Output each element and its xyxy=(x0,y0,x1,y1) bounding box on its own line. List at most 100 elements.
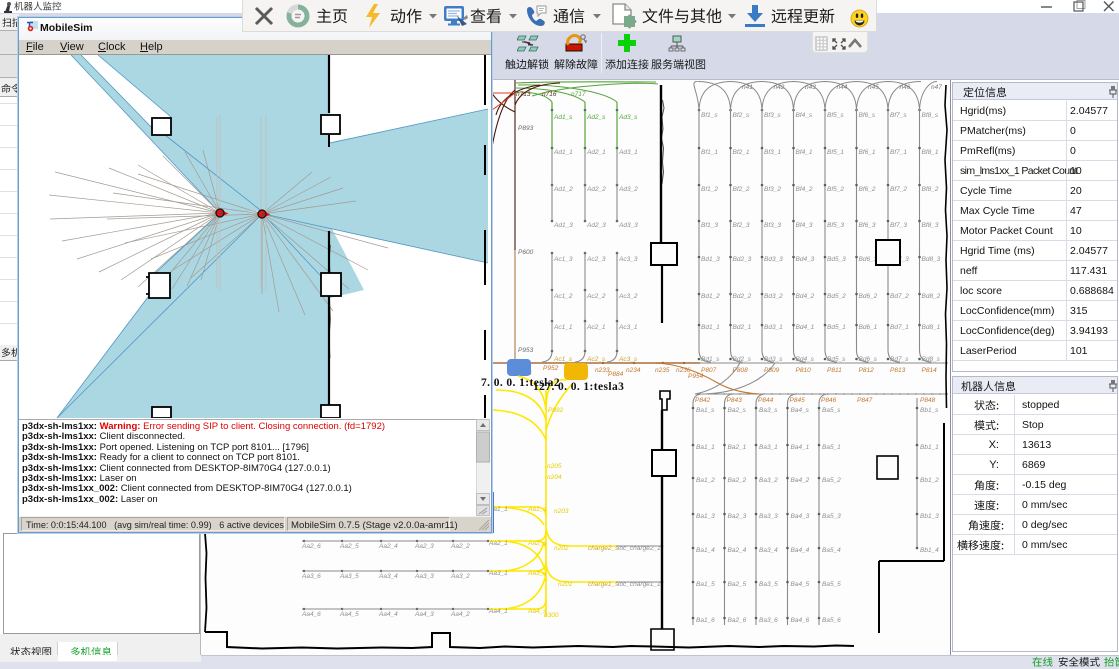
svg-text:Bd3_3: Bd3_3 xyxy=(764,256,783,263)
svg-text:n235: n235 xyxy=(655,367,670,374)
svg-text:Ba2_6: Ba2_6 xyxy=(728,617,747,624)
svg-text:P893: P893 xyxy=(518,125,534,132)
svg-text:Ba5_2: Ba5_2 xyxy=(822,477,841,484)
svg-text:Bf2_s: Bf2_s xyxy=(733,112,750,119)
svg-text:Ad2_s: Ad2_s xyxy=(586,114,606,121)
svg-text:Ba4_4: Ba4_4 xyxy=(791,547,810,554)
svg-text:Ba4_5: Ba4_5 xyxy=(791,581,810,588)
svg-text:Bb1_2: Bb1_2 xyxy=(920,477,939,484)
svg-text:Aa3_s: Aa3_s xyxy=(527,570,547,577)
svg-text:P844: P844 xyxy=(758,397,774,404)
svg-text:Ac1_2: Ac1_2 xyxy=(553,293,573,300)
svg-text:n716: n716 xyxy=(542,91,557,98)
svg-text:Bf4_s: Bf4_s xyxy=(796,112,813,119)
svg-text:Bb1_s: Bb1_s xyxy=(920,407,939,414)
svg-text:Ad2_1: Ad2_1 xyxy=(586,149,606,156)
svg-text:Bf7_3: Bf7_3 xyxy=(890,222,907,229)
svg-text:n203: n203 xyxy=(554,508,569,515)
svg-text:Ad1_2: Ad1_2 xyxy=(553,186,573,193)
svg-text:Aa4_6: Aa4_6 xyxy=(301,611,321,618)
svg-text:Ad1_1: Ad1_1 xyxy=(553,149,573,156)
svg-text:Ac2_2: Ac2_2 xyxy=(586,293,606,300)
svg-text:Bf7_1: Bf7_1 xyxy=(890,149,907,156)
svg-text:Bf1_2: Bf1_2 xyxy=(701,186,718,193)
svg-text:Ad3_3: Ad3_3 xyxy=(618,222,638,229)
svg-text:Bf3_s: Bf3_s xyxy=(764,112,781,119)
svg-text:Ba5_3: Ba5_3 xyxy=(822,513,841,520)
svg-text:P892: P892 xyxy=(548,407,564,414)
svg-text:P814: P814 xyxy=(922,367,938,374)
svg-text:Ad2_3: Ad2_3 xyxy=(586,222,606,229)
svg-text:Ac3_1: Ac3_1 xyxy=(618,324,638,331)
svg-text:Bf2_3: Bf2_3 xyxy=(733,222,750,229)
svg-text:Ac3_3: Ac3_3 xyxy=(618,256,638,263)
svg-text:Bf6_3: Bf6_3 xyxy=(859,222,876,229)
svg-text:Bf6_s: Bf6_s xyxy=(859,112,876,119)
svg-text:Ba5_6: Ba5_6 xyxy=(822,617,841,624)
svg-text:Bb1_4: Bb1_4 xyxy=(920,547,939,554)
svg-text:Aa2_4: Aa2_4 xyxy=(378,543,398,550)
svg-text:Aa4_s: Aa4_s xyxy=(527,608,547,615)
svg-text:P810: P810 xyxy=(796,367,812,374)
svg-text:Aa4_1: Aa4_1 xyxy=(488,608,508,615)
svg-text:Bf4_1: Bf4_1 xyxy=(796,149,813,156)
svg-text:Ba3_s: Ba3_s xyxy=(759,407,778,414)
svg-text:Bd5_s: Bd5_s xyxy=(827,356,846,363)
svg-text:Bd8_1: Bd8_1 xyxy=(922,324,941,331)
svg-text:Ba5_1: Ba5_1 xyxy=(822,444,841,451)
svg-text:Ba3_6: Ba3_6 xyxy=(759,617,778,624)
svg-text:Bd8_3: Bd8_3 xyxy=(922,256,941,263)
svg-text:Ad1_3: Ad1_3 xyxy=(553,222,573,229)
svg-text:Aa2_s: Aa2_s xyxy=(527,540,547,547)
svg-text:Ba3_5: Ba3_5 xyxy=(759,581,778,588)
svg-text:n713: n713 xyxy=(516,91,531,98)
svg-text:charge1_s: charge1_s xyxy=(588,581,619,588)
svg-text:Bf5_3: Bf5_3 xyxy=(827,222,844,229)
svg-text:Bd1_s: Bd1_s xyxy=(701,356,720,363)
svg-text:Bf3_2: Bf3_2 xyxy=(764,186,781,193)
svg-text:Ac1_1: Ac1_1 xyxy=(553,324,573,331)
svg-text:Bd4_2: Bd4_2 xyxy=(796,293,815,300)
svg-text:Ac2_3: Ac2_3 xyxy=(586,256,606,263)
svg-text:Bd5_1: Bd5_1 xyxy=(827,324,846,331)
svg-text:Ad3_s: Ad3_s xyxy=(618,114,638,121)
svg-text:P807: P807 xyxy=(701,367,717,374)
svg-text:Bd3_2: Bd3_2 xyxy=(764,293,783,300)
svg-text:Ac3_2: Ac3_2 xyxy=(618,293,638,300)
svg-text:Ba5_5: Ba5_5 xyxy=(822,581,841,588)
svg-text:Bd8_s: Bd8_s xyxy=(922,356,941,363)
svg-text:Bf1_1: Bf1_1 xyxy=(701,149,718,156)
svg-text:Ad2_2: Ad2_2 xyxy=(586,186,606,193)
svg-text:Ba2_4: Ba2_4 xyxy=(728,547,747,554)
svg-text:P845: P845 xyxy=(790,397,806,404)
svg-text:Aa3_1: Aa3_1 xyxy=(488,570,508,577)
svg-text:Aa4_3: Aa4_3 xyxy=(414,611,434,618)
svg-text:Bd2_3: Bd2_3 xyxy=(733,256,752,263)
svg-text:n204: n204 xyxy=(547,474,562,481)
svg-text:Bd1_3: Bd1_3 xyxy=(701,256,720,263)
svg-text:Bf8_3: Bf8_3 xyxy=(922,222,939,229)
svg-text:P813: P813 xyxy=(890,367,906,374)
svg-text:n202: n202 xyxy=(554,545,569,552)
svg-text:P848: P848 xyxy=(920,397,936,404)
svg-text:Ba3_3: Ba3_3 xyxy=(759,513,778,520)
svg-text:Ba5_s: Ba5_s xyxy=(822,407,841,414)
svg-text:charge2_s: charge2_s xyxy=(588,545,619,552)
svg-text:Aa3_2: Aa3_2 xyxy=(450,573,470,580)
svg-text:Aa4_4: Aa4_4 xyxy=(378,611,398,618)
svg-text:Aa4_5: Aa4_5 xyxy=(339,611,359,618)
svg-text:Bb1_1: Bb1_1 xyxy=(920,444,939,451)
svg-text:Bf3_3: Bf3_3 xyxy=(764,222,781,229)
svg-text:P846: P846 xyxy=(821,397,837,404)
svg-text:Bf5_1: Bf5_1 xyxy=(827,149,844,156)
svg-text:Ba4_1: Ba4_1 xyxy=(791,444,810,451)
svg-text:Ba1_3: Ba1_3 xyxy=(696,513,715,520)
svg-text:Bd2_2: Bd2_2 xyxy=(733,293,752,300)
svg-text:n44: n44 xyxy=(837,84,848,91)
svg-text:Aa2_1: Aa2_1 xyxy=(488,540,508,547)
svg-text:P600: P600 xyxy=(518,249,534,256)
svg-text:Ba3_4: Ba3_4 xyxy=(759,547,778,554)
svg-text:P812: P812 xyxy=(859,367,875,374)
svg-text:Bd5_2: Bd5_2 xyxy=(827,293,846,300)
svg-text:Ac1_s: Ac1_s xyxy=(553,356,573,363)
